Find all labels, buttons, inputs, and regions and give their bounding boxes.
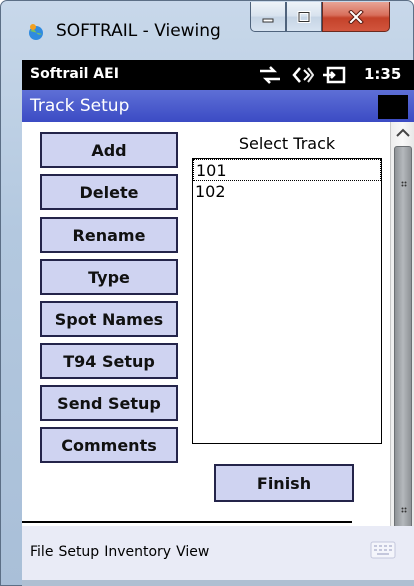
delete-button[interactable]: Delete [40, 174, 178, 210]
keyboard-icon[interactable] [370, 540, 396, 560]
track-list-item[interactable]: 101 [193, 159, 381, 181]
menu-bar: File Setup Inventory View [22, 526, 414, 586]
grip-icon [401, 507, 407, 513]
maximize-button[interactable] [286, 2, 322, 32]
vertical-scrollbar[interactable] [390, 122, 414, 574]
grip-icon [401, 181, 407, 187]
device-screen: Softrail AEI 1:35 Track Setup Add Delete… [22, 60, 414, 586]
app-globe-icon [29, 24, 43, 40]
menu-item-view[interactable]: View [176, 544, 209, 560]
minimize-button[interactable] [250, 2, 286, 32]
maximize-icon [297, 10, 311, 23]
main-content: Add Delete Rename Type Spot Names T94 Se… [22, 122, 390, 574]
menu-item-inventory[interactable]: Inventory [104, 544, 171, 560]
rename-button[interactable]: Rename [40, 217, 178, 253]
track-list-title: Select Track [238, 134, 336, 153]
t94-setup-button[interactable]: T94 Setup [40, 343, 178, 379]
page-header: Track Setup [22, 90, 414, 122]
track-list-item[interactable]: 102 [193, 181, 381, 203]
device-app-name: Softrail AEI [30, 66, 119, 82]
menu-item-setup[interactable]: Setup [58, 544, 99, 560]
type-button[interactable]: Type [40, 259, 178, 295]
window-bottom-edge [22, 580, 414, 586]
scroll-thumb[interactable] [394, 146, 412, 550]
content-divider [22, 521, 352, 523]
chevron-up-icon [396, 128, 410, 137]
page-title: Track Setup [30, 96, 130, 116]
device-time: 1:35 [364, 65, 402, 83]
send-setup-button[interactable]: Send Setup [40, 385, 178, 421]
device-status-bar: Softrail AEI 1:35 [22, 60, 414, 90]
sync-icon [260, 66, 280, 84]
header-indicator-icon [378, 95, 408, 119]
finish-button[interactable]: Finish [214, 464, 354, 502]
speaker-icon [292, 67, 314, 83]
battery-charging-icon [323, 66, 346, 84]
spot-names-button[interactable]: Spot Names [40, 301, 178, 337]
minimize-icon [262, 18, 274, 22]
scroll-up-button[interactable] [391, 122, 414, 144]
close-icon [348, 9, 364, 24]
menu-item-file[interactable]: File [30, 544, 53, 560]
title-bar: SOFTRAIL - Viewing [0, 0, 414, 60]
window-title: SOFTRAIL - Viewing [56, 21, 221, 41]
add-button[interactable]: Add [40, 132, 178, 168]
status-icons [258, 64, 346, 86]
close-button[interactable] [322, 2, 390, 32]
track-list[interactable]: 101 102 [192, 158, 382, 444]
comments-button[interactable]: Comments [40, 427, 178, 463]
